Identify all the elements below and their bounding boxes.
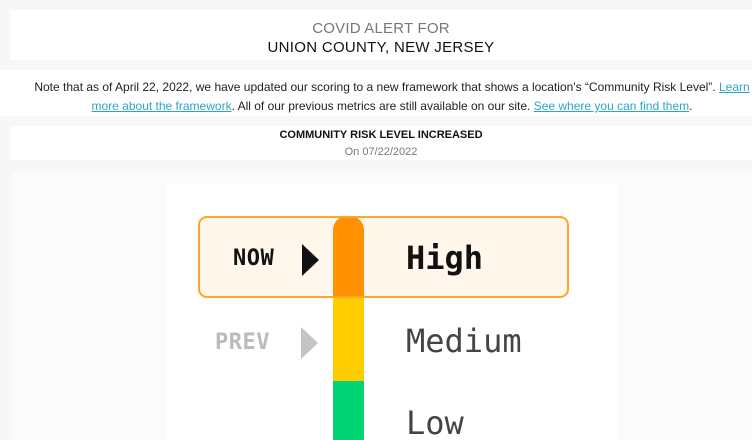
note-text-end: . <box>689 99 693 113</box>
prev-arrow-icon <box>301 327 318 359</box>
risk-change-date: On 07/22/2022 <box>344 146 418 158</box>
low-level-bar <box>333 381 364 440</box>
find-metrics-link[interactable]: See where you can find them <box>534 99 689 113</box>
framework-note-text: Note that as of April 22, 2022, we have … <box>12 78 752 116</box>
level-low-label: Low <box>406 404 464 440</box>
medium-level-bar <box>333 298 364 381</box>
note-text-intro: Note that as of April 22, 2022, we have … <box>34 80 719 94</box>
learn-more-link[interactable]: Learn <box>719 80 750 94</box>
alert-header: COVID ALERT FOR UNION COUNTY, NEW JERSEY <box>10 10 752 60</box>
now-arrow-icon <box>302 244 319 276</box>
risk-change-banner: COMMUNITY RISK LEVEL INCREASED On 07/22/… <box>10 126 752 160</box>
prev-label: PREV <box>215 330 270 355</box>
risk-change-title: COMMUNITY RISK LEVEL INCREASED <box>279 129 483 141</box>
learn-more-link-continued[interactable]: more about the framework <box>92 99 232 113</box>
framework-note: Note that as of April 22, 2022, we have … <box>0 70 752 116</box>
location-name: UNION COUNTY, NEW JERSEY <box>267 39 495 56</box>
note-text-middle: . All of our previous metrics are still … <box>231 99 534 113</box>
email-page: COVID ALERT FOR UNION COUNTY, NEW JERSEY… <box>0 0 752 440</box>
now-label: NOW <box>233 246 275 271</box>
level-medium-label: Medium <box>406 322 522 360</box>
alert-title: COVID ALERT FOR <box>312 20 450 37</box>
risk-level-card <box>12 172 752 440</box>
level-high-label: High <box>406 239 484 277</box>
